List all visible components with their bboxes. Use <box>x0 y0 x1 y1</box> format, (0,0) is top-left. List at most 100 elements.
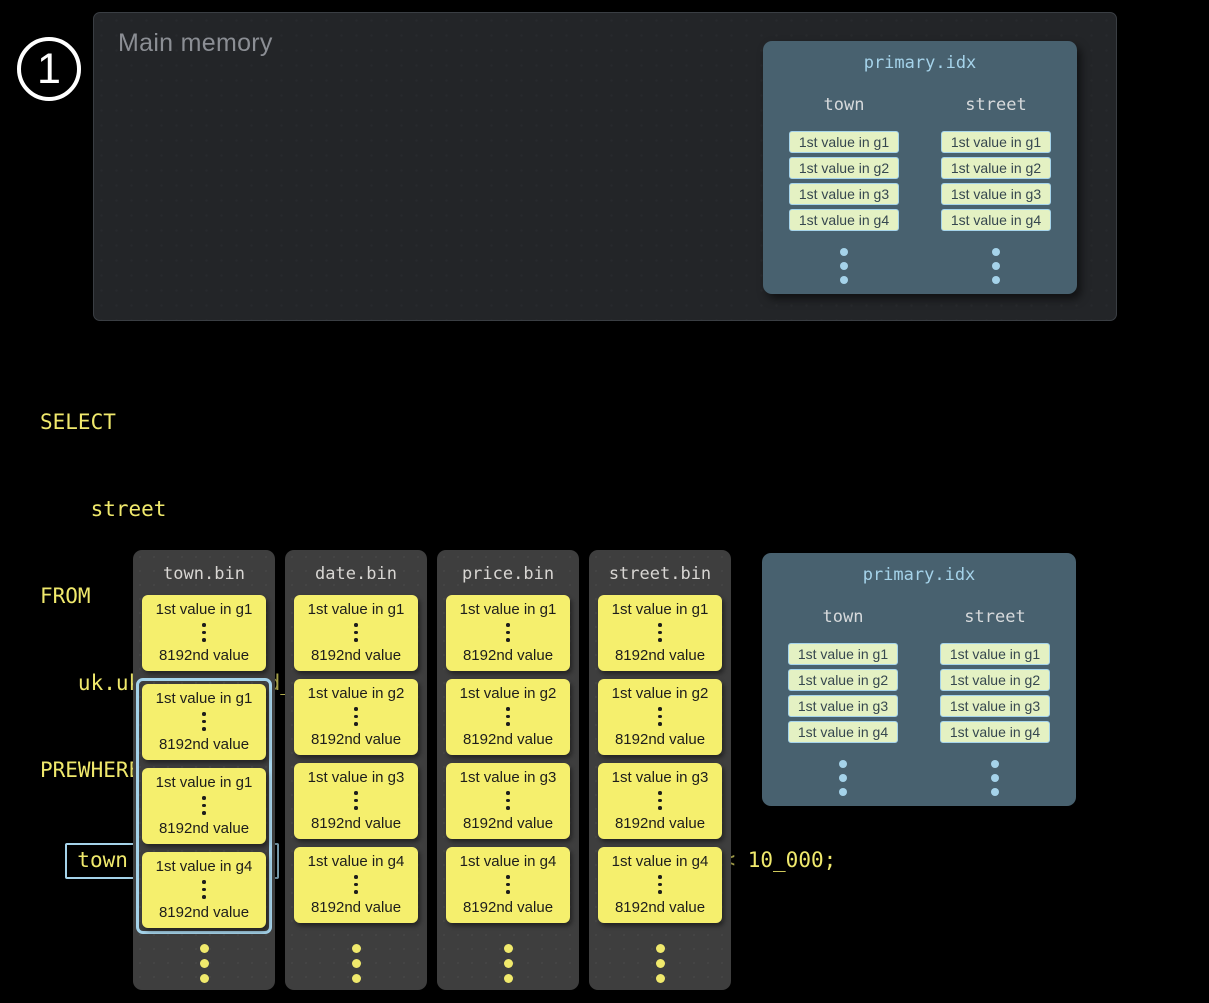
granule-last-value: 8192nd value <box>463 731 553 748</box>
dot <box>352 974 361 983</box>
granule-first-value: 1st value in g1 <box>460 601 557 618</box>
dot <box>840 262 848 270</box>
granule-first-value: 1st value in g1 <box>612 601 709 618</box>
primary-index-panel: primary.idx town 1st value in g11st valu… <box>762 553 1076 806</box>
primary-index-title: primary.idx <box>762 565 1076 585</box>
dot <box>354 715 358 719</box>
dot <box>658 875 662 879</box>
vertical-ellipsis-icon <box>354 707 358 726</box>
dot <box>506 715 510 719</box>
vertical-ellipsis-icon <box>354 623 358 642</box>
index-column-town: town 1st value in g11st value in g21st v… <box>789 81 899 284</box>
granule-list: 1st value in g1 8192nd value 1st value i… <box>589 595 731 923</box>
primary-index-panel: primary.idx town 1st value in g11st valu… <box>763 41 1077 294</box>
dot <box>656 974 665 983</box>
dot <box>992 248 1000 256</box>
index-entries: 1st value in g1 1st value in g2 1st value … <box>789 131 899 235</box>
bin-file-title: price.bin <box>437 564 579 584</box>
bin-file-panel-date-bin: date.bin 1st value in g1 8192nd value 1s… <box>285 550 427 990</box>
index-column-header: street <box>965 95 1026 115</box>
dot <box>354 799 358 803</box>
sql-line-select: SELECT <box>40 408 836 437</box>
dot <box>991 774 999 782</box>
index-entry: 1st value in g1 <box>940 643 1050 665</box>
granule-first-value: 1st value in g2 <box>308 685 405 702</box>
granule-last-value: 8192nd value <box>311 899 401 916</box>
index-entries: 1st value in g1 1st value in g2 1st value … <box>940 643 1050 747</box>
step-number: 1 <box>37 48 61 91</box>
index-entries: 1st value in g11st value in g21st value … <box>788 643 898 747</box>
vertical-ellipsis-icon <box>658 791 662 810</box>
granule-first-value: 1st value in g1 <box>156 601 253 618</box>
granule-last-value: 8192nd value <box>311 815 401 832</box>
dot <box>352 944 361 953</box>
vertical-ellipsis-icon <box>202 880 206 899</box>
granule: 1st value in g3 8192nd value <box>294 763 418 839</box>
ellipsis-dots-icon <box>839 760 847 796</box>
vertical-ellipsis-icon <box>354 791 358 810</box>
dot <box>658 715 662 719</box>
dot <box>354 890 358 894</box>
index-column-street: street 1st value in g11st value in g21st… <box>941 81 1051 284</box>
granule: 1st value in g1 8192nd value <box>142 768 266 844</box>
granule-last-value: 8192nd value <box>463 815 553 832</box>
index-entry: 1st value in g4 <box>789 209 899 231</box>
bin-file-panel-price-bin: price.bin 1st value in g1 8192nd value 1… <box>437 550 579 990</box>
granule-first-value: 1st value in g1 <box>156 774 253 791</box>
dot <box>200 974 209 983</box>
dot <box>354 883 358 887</box>
index-entry: 1st value in g2 <box>789 157 899 179</box>
ellipsis-dots-icon <box>285 944 427 983</box>
granule-last-value: 8192nd value <box>463 899 553 916</box>
dot <box>991 788 999 796</box>
granule-first-value: 1st value in g3 <box>460 769 557 786</box>
granule-first-value: 1st value in g2 <box>460 685 557 702</box>
dot <box>354 623 358 627</box>
dot <box>658 707 662 711</box>
index-entry: 1st value in g4 <box>941 209 1051 231</box>
dot <box>506 791 510 795</box>
dot <box>506 806 510 810</box>
vertical-ellipsis-icon <box>506 875 510 894</box>
dot <box>658 623 662 627</box>
granule-list: 1st value in g1 8192nd value 1st value i… <box>133 595 275 933</box>
dot <box>504 974 513 983</box>
granule-last-value: 8192nd value <box>311 731 401 748</box>
bin-file-title: date.bin <box>285 564 427 584</box>
dot <box>506 883 510 887</box>
dot <box>202 804 206 808</box>
granule: 1st value in g2 8192nd value <box>446 679 570 755</box>
ellipsis-dots-icon <box>992 248 1000 284</box>
granule-list: 1st value in g1 8192nd value 1st value i… <box>437 595 579 923</box>
dot <box>506 875 510 879</box>
dot <box>504 959 513 968</box>
vertical-ellipsis-icon <box>506 707 510 726</box>
granule: 1st value in g3 8192nd value <box>598 763 722 839</box>
index-entry: 1st value in g3 <box>788 695 898 717</box>
vertical-ellipsis-icon <box>202 712 206 731</box>
index-column-header: street <box>964 607 1025 627</box>
granule-first-value: 1st value in g1 <box>308 601 405 618</box>
dot <box>202 720 206 724</box>
index-entry: 1st value in g4 <box>788 721 898 743</box>
dot <box>992 276 1000 284</box>
selected-granules-highlight: 1st value in g1 8192nd value 1st value i… <box>136 678 272 934</box>
index-entry: 1st value in g1 <box>789 131 899 153</box>
granule-last-value: 8192nd value <box>159 736 249 753</box>
index-entry: 1st value in g3 <box>789 183 899 205</box>
dot <box>202 712 206 716</box>
index-entry: 1st value in g3 <box>941 183 1051 205</box>
granule: 1st value in g1 8192nd value <box>294 595 418 671</box>
dot <box>354 707 358 711</box>
dot <box>202 623 206 627</box>
index-entry: 1st value in g4 <box>940 721 1050 743</box>
ellipsis-dots-icon <box>840 248 848 284</box>
granule: 1st value in g1 8192nd value <box>446 595 570 671</box>
bin-file-panel-town-bin: town.bin 1st value in g1 8192nd value 1s… <box>133 550 275 990</box>
vertical-ellipsis-icon <box>202 796 206 815</box>
index-entry: 1st value in g2 <box>940 669 1050 691</box>
dot <box>658 631 662 635</box>
granule-last-value: 8192nd value <box>615 815 705 832</box>
dot <box>840 276 848 284</box>
dot <box>506 638 510 642</box>
